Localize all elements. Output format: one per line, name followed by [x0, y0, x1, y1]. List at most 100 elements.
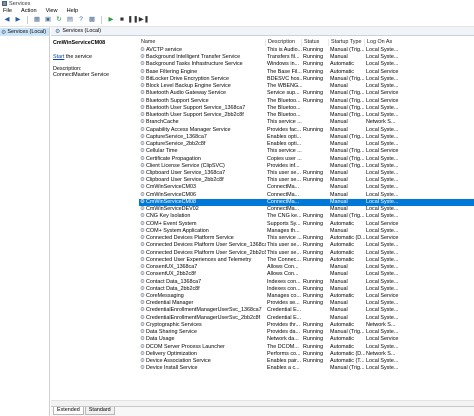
- back-icon[interactable]: ◀: [3, 16, 11, 24]
- service-description: Allows Con...: [267, 264, 299, 271]
- table-row[interactable]: ⚙Base Filtering Engine The Base Fil... Run…: [139, 69, 474, 76]
- service-description: The Base Fil...: [267, 68, 302, 75]
- service-name: Cellular Time: [146, 148, 178, 155]
- show-hide-icon[interactable]: ▣: [44, 16, 52, 24]
- table-row[interactable]: ⚙Connected Devices Platform User Service…: [139, 242, 474, 249]
- table-row[interactable]: ⚙CaptureService_1368ca7 Enables opti... Ma…: [139, 134, 474, 141]
- properties-icon[interactable]: ▩: [88, 16, 96, 24]
- table-row[interactable]: ⚙Bluetooth Audio Gateway Service Service …: [139, 90, 474, 97]
- table-row[interactable]: ⚙CredentialEnrollmentManagerUserSvc_1368…: [139, 307, 474, 314]
- service-name-cell: ⚙ConsentUX_2bb2c8f: [139, 271, 266, 278]
- table-row[interactable]: ⚙ConsentUX_1368ca7 Allows Con... Manual Loc…: [139, 264, 474, 271]
- table-row[interactable]: ⚙CredentialEnrollmentManagerUserSvc_2bb2…: [139, 315, 474, 322]
- service-startup-type: Manual (Trig...: [330, 75, 365, 82]
- table-row[interactable]: ⚙Device Install Service Enables a c... Man…: [139, 365, 474, 372]
- service-name-cell: ⚙Delivery Optimization: [139, 351, 266, 358]
- stop-icon[interactable]: ■: [118, 16, 126, 24]
- table-row[interactable]: ⚙Clipboard User Service_1368ca7 This user…: [139, 170, 474, 177]
- tab-extended[interactable]: Extended: [53, 407, 84, 415]
- table-row[interactable]: ⚙CmWinServiceDEV02 ConnectMa... Manual Loca…: [139, 206, 474, 213]
- table-row[interactable]: ⚙COM+ Event System Supports Sy... Running A…: [139, 221, 474, 228]
- export-icon[interactable]: ▤: [66, 16, 74, 24]
- start-icon[interactable]: ▶: [107, 16, 115, 24]
- service-log-on-as: Local Service: [366, 68, 399, 75]
- table-row[interactable]: ⚙Data Sharing Service Provides da... Runni…: [139, 329, 474, 336]
- service-log-on-as: Local Service: [366, 292, 399, 299]
- table-row[interactable]: ⚙Contact Data_1368ca7 Indexes con... Runni…: [139, 279, 474, 286]
- column-header-startup-type[interactable]: Startup Type: [329, 39, 365, 46]
- table-row[interactable]: ⚙Block Level Backup Engine Service The WB…: [139, 83, 474, 90]
- column-header-status[interactable]: Status: [302, 39, 329, 46]
- table-row[interactable]: ⚙DCOM Server Process Launcher The DCOM...…: [139, 344, 474, 351]
- column-header-log-on-as[interactable]: Log On As: [365, 39, 399, 46]
- table-row[interactable]: ⚙BranchCache This service ... Manual Networ…: [139, 119, 474, 126]
- service-startup-type: Manual: [330, 141, 348, 148]
- table-row[interactable]: ⚙Capability Access Manager Service Provid…: [139, 127, 474, 134]
- service-log-on-as: Local Syste...: [366, 213, 399, 220]
- pause-icon[interactable]: ❚❚: [128, 16, 139, 24]
- tab-standard[interactable]: Standard: [84, 407, 115, 415]
- table-row[interactable]: ⚙Connected User Experiences and Telemetr…: [139, 257, 474, 264]
- table-row[interactable]: ⚙Credential Manager Provides se... Running…: [139, 300, 474, 307]
- table-row[interactable]: ⚙CNG Key Isolation The CNG ke... Running Ma…: [139, 213, 474, 220]
- services-pane: ⚙ Services (Local) CmWinServiceCM08 Star…: [51, 27, 474, 416]
- table-row[interactable]: ⚙Client License Service (ClipSVC) Provide…: [139, 163, 474, 170]
- service-log-on-as: Local Syste...: [366, 54, 399, 61]
- service-startup-type: Automatic: [330, 336, 354, 343]
- column-header-name[interactable]: Name: [139, 39, 266, 46]
- table-row[interactable]: ⚙Contact Data_2bb2c8f Indexes con... Runni…: [139, 286, 474, 293]
- service-log-on-as: Local Syste...: [366, 141, 399, 148]
- table-row[interactable]: ⚙AVCTP service This is Audio... Running Man…: [139, 47, 474, 54]
- tree-node-services-local[interactable]: ⚙ Services (Local): [0, 28, 49, 36]
- table-row[interactable]: ⚙Certificate Propagation Copies user ... M…: [139, 156, 474, 163]
- service-description: ConnectMa...: [267, 184, 300, 191]
- start-service-link[interactable]: Start: [53, 54, 64, 60]
- service-log-on-as: Local Syste...: [366, 307, 399, 314]
- column-header-description[interactable]: Description: [266, 39, 302, 46]
- table-row[interactable]: ⚙BitLocker Drive Encryption Service BDESV…: [139, 76, 474, 83]
- menu-view[interactable]: View: [46, 8, 58, 14]
- table-row[interactable]: ⚙CmWinServiceCM03 ConnectMa... Manual Local…: [139, 184, 474, 191]
- forward-icon[interactable]: ▶: [14, 16, 22, 24]
- restart-icon[interactable]: ▶❚: [139, 16, 149, 24]
- service-log-on-as: Local Syste...: [366, 47, 399, 53]
- service-status: [302, 156, 329, 163]
- table-row[interactable]: ⚙Connected Devices Platform User Service…: [139, 250, 474, 257]
- table-row[interactable]: ⚙Device Association Service Enables pair.…: [139, 358, 474, 365]
- console-tree-icon[interactable]: ▦: [33, 16, 41, 24]
- table-row[interactable]: ⚙ConsentUX_2bb2c8f Allows Con... Manual Loc…: [139, 271, 474, 278]
- table-row[interactable]: ⚙CmWinServiceCM06 ConnectMa... Manual Local…: [139, 192, 474, 199]
- menu-file[interactable]: File: [3, 8, 12, 14]
- service-startup-type: Manual: [330, 177, 348, 184]
- table-row[interactable]: ⚙Cellular Time This service ... Manual (Tr…: [139, 148, 474, 155]
- table-row[interactable]: ⚙Bluetooth User Support Service_2bb2c8f T…: [139, 112, 474, 119]
- menu-help[interactable]: Help: [67, 8, 79, 14]
- service-name-cell: ⚙Device Association Service: [139, 358, 266, 365]
- service-startup-type: Manual (Trig...: [330, 148, 365, 155]
- service-name: CmWinServiceCM08: [146, 198, 197, 205]
- service-status: Running: [303, 329, 324, 336]
- table-row[interactable]: ⚙Data Usage Network da... Running Automatic…: [139, 336, 474, 343]
- table-row[interactable]: ⚙Clipboard User Service_2bb2c8f This user…: [139, 177, 474, 184]
- refresh-icon[interactable]: ↻: [55, 16, 63, 24]
- toolbar: ◀ ▶ ▦ ▣ ↻ ▤ ? ▩ ▶ ■ ❚❚ ▶❚: [0, 14, 474, 27]
- table-row[interactable]: ⚙Bluetooth User Support Service_1368ca7 T…: [139, 105, 474, 112]
- service-name: Block Level Backup Engine Service: [146, 83, 231, 90]
- table-row[interactable]: ⚙Bluetooth Support Service The Bluetoo...…: [139, 98, 474, 105]
- table-row[interactable]: ⚙Background Intelligent Transfer Service…: [139, 54, 474, 61]
- table-row[interactable]: ⚙Background Tasks Infrastructure Service…: [139, 61, 474, 68]
- table-row[interactable]: ⚙COM+ System Application Manages th... Man…: [139, 228, 474, 235]
- table-row[interactable]: ⚙Cryptographic Services Provides thr... Ru…: [139, 322, 474, 329]
- table-row[interactable]: ⚙CaptureService_2bb2c8f Enables opti... Ma…: [139, 141, 474, 148]
- service-status: Running: [303, 300, 324, 307]
- table-row[interactable]: ⚙CoreMessaging Manages co... Running Automa…: [139, 293, 474, 300]
- service-name-cell: ⚙ConsentUX_1368ca7: [139, 264, 266, 271]
- menu-action[interactable]: Action: [21, 8, 37, 14]
- service-log-on-as: Local Syste...: [366, 271, 399, 278]
- service-name-cell: ⚙AVCTP service: [139, 47, 266, 54]
- table-row[interactable]: ⚙CmWinServiceCM08 ConnectMa... Manual Local…: [139, 198, 474, 207]
- service-status: Running: [303, 256, 324, 263]
- help-icon[interactable]: ?: [77, 16, 85, 24]
- table-row[interactable]: ⚙Connected Devices Platform Service This …: [139, 235, 474, 242]
- table-row[interactable]: ⚙Delivery Optimization Performs co... Runn…: [139, 351, 474, 358]
